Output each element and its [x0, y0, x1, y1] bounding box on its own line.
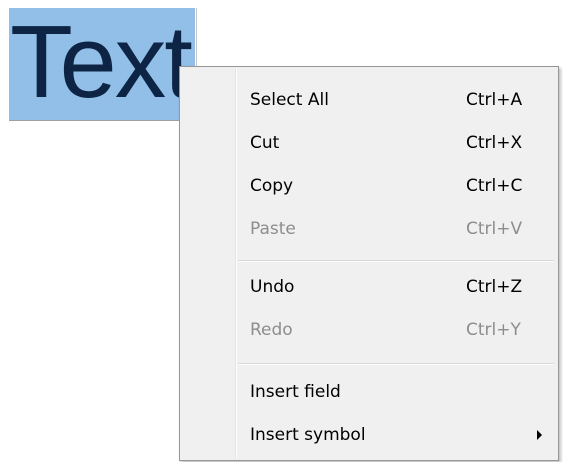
menu-item-insert-field[interactable]: Insert field — [182, 371, 556, 413]
menu-separator — [238, 260, 554, 262]
menu-item-label: Undo — [250, 277, 295, 297]
menu-item-label: Redo — [250, 320, 293, 340]
context-menu: Select All Ctrl+A Cut Ctrl+X Copy Ctrl+C… — [179, 66, 559, 461]
menu-item-label: Select All — [250, 90, 329, 110]
menu-item-shortcut: Ctrl+A — [466, 90, 523, 110]
menu-item-cut[interactable]: Cut Ctrl+X — [182, 122, 556, 164]
menu-item-shortcut: Ctrl+V — [466, 219, 523, 239]
menu-item-shortcut: Ctrl+Y — [466, 320, 521, 340]
menu-item-label: Insert symbol — [250, 425, 366, 445]
selected-text[interactable]: Text — [10, 2, 193, 122]
menu-item-insert-symbol[interactable]: Insert symbol — [182, 414, 556, 456]
menu-item-shortcut: Ctrl+X — [466, 133, 523, 153]
menu-item-label: Paste — [250, 219, 296, 239]
menu-item-shortcut: Ctrl+C — [466, 176, 523, 196]
menu-item-label: Copy — [250, 176, 294, 196]
menu-item-undo[interactable]: Undo Ctrl+Z — [182, 266, 556, 308]
menu-item-select-all[interactable]: Select All Ctrl+A — [182, 79, 556, 121]
menu-item-paste[interactable]: Paste Ctrl+V — [182, 208, 556, 250]
menu-item-label: Insert field — [250, 382, 341, 402]
menu-item-copy[interactable]: Copy Ctrl+C — [182, 165, 556, 207]
text-box[interactable]: Text — [9, 4, 197, 121]
menu-item-redo[interactable]: Redo Ctrl+Y — [182, 309, 556, 351]
menu-item-shortcut: Ctrl+Z — [466, 277, 523, 297]
chevron-right-icon — [537, 430, 542, 440]
menu-item-label: Cut — [250, 133, 280, 153]
menu-separator — [238, 363, 554, 365]
